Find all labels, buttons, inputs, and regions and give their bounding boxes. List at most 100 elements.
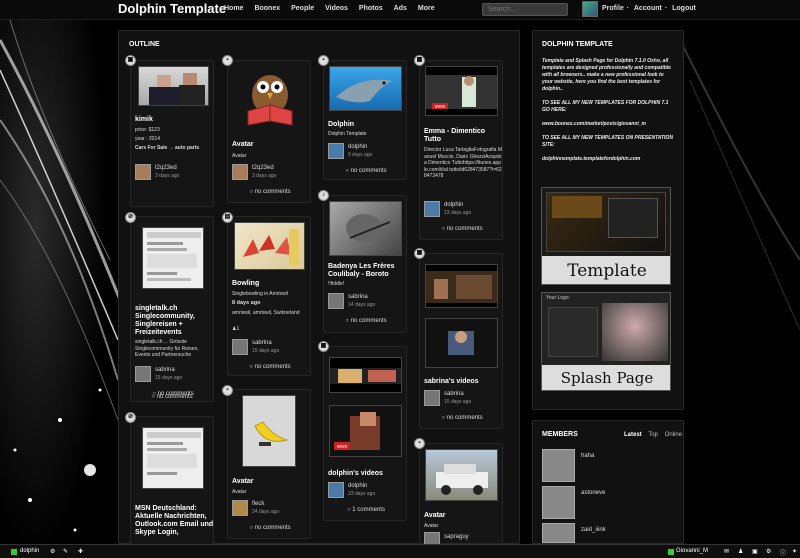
card-title[interactable]: Badenya Les Frères Coulibaly - Boroto	[328, 263, 408, 279]
menu-more[interactable]: More	[418, 5, 435, 12]
banana-thumbnail[interactable]	[242, 395, 296, 467]
avatar[interactable]	[135, 366, 151, 382]
logout-link[interactable]: Logout	[672, 5, 696, 12]
edit-icon[interactable]: ✎	[63, 548, 68, 555]
info-icon[interactable]: ⓘ	[780, 548, 786, 557]
card-sabrina-videos[interactable]: sabrina's videos sabrina 15 days ago ○ n…	[419, 253, 503, 429]
author-name[interactable]: sabrina	[348, 294, 368, 300]
comments-link[interactable]: ○ 1 comments	[324, 507, 408, 513]
author-name[interactable]: sapraguy	[444, 534, 469, 540]
author-name[interactable]: dolphin	[348, 144, 367, 150]
comments-link[interactable]: ○ no comments	[324, 168, 408, 174]
comments-link[interactable]: ○ no comments	[420, 226, 504, 232]
card-avatar-1[interactable]: Avatar Avatar t2q23ed 3 days ago ○ no co…	[227, 60, 311, 203]
menu-videos[interactable]: Videos	[325, 5, 348, 12]
user-avatar[interactable]	[582, 1, 598, 17]
member-avatar[interactable]	[542, 523, 575, 543]
author-name[interactable]: sabrina	[155, 367, 175, 373]
card-dolphin[interactable]: Dolphin Dolphin Template dolphin 9 days …	[323, 60, 407, 180]
avatar[interactable]	[328, 482, 344, 498]
site-logo[interactable]: Dolphin Template	[118, 0, 226, 17]
avatar[interactable]	[328, 293, 344, 309]
menu-home[interactable]: Home	[224, 5, 243, 12]
video-thumbnail-2[interactable]: vevo	[329, 405, 402, 457]
singletalk-thumbnail[interactable]	[142, 227, 204, 289]
video-thumbnail-1[interactable]	[329, 357, 402, 393]
card-title[interactable]: MSN Deutschland: Aktuelle Nachrichten, O…	[135, 505, 215, 537]
card-singletalk[interactable]: singletalk.ch Singlecommunity, Singlerei…	[130, 216, 214, 402]
tab-latest[interactable]: Latest	[624, 432, 642, 438]
avatar[interactable]	[232, 500, 248, 516]
member-name[interactable]: haha	[581, 453, 594, 459]
splash-page-banner[interactable]: Your Logo Splash Page	[541, 292, 671, 391]
emma-video-thumbnail[interactable]: vevo	[425, 66, 498, 116]
card-avatar-3[interactable]: Avatar Avatar sapraguy	[419, 443, 503, 548]
member-avatar[interactable]	[542, 486, 575, 519]
mail-icon[interactable]: ✉	[724, 548, 729, 555]
author-name[interactable]: dolphin	[444, 202, 463, 208]
menu-people[interactable]: People	[291, 5, 314, 12]
card-bowling[interactable]: Bowling Singlebowling in Amriswil 8 days…	[227, 216, 311, 376]
avatar[interactable]	[328, 143, 344, 159]
menu-boonex[interactable]: Boonex	[254, 5, 280, 12]
comments-link[interactable]: ○ no comments	[228, 189, 312, 195]
settings-icon[interactable]: ⚙	[50, 548, 55, 555]
account-link[interactable]: Account	[634, 5, 662, 12]
avatar[interactable]	[135, 164, 151, 180]
card-title[interactable]: sabrina's videos	[424, 378, 479, 386]
msn-thumbnail[interactable]	[142, 427, 204, 489]
comments-link[interactable]: ○ no comments	[420, 415, 504, 421]
comments-link[interactable]: ○ no comments	[324, 318, 408, 324]
menu-ads[interactable]: Ads	[394, 5, 407, 12]
author-name[interactable]: t2q23ed	[155, 165, 177, 171]
menu-photos[interactable]: Photos	[359, 5, 383, 12]
card-emma[interactable]: vevo Emma - Dimentico Tutto Director Luc…	[419, 60, 503, 240]
card-title[interactable]: dolphin's videos	[328, 470, 383, 478]
templates-link[interactable]: www.boonex.com/market/posts/giovanni_m	[542, 121, 674, 128]
member-avatar[interactable]	[542, 449, 575, 482]
comments-link[interactable]: ○ no comments	[228, 364, 312, 370]
comments-link[interactable]: ○ no comments	[130, 394, 214, 400]
avatar[interactable]	[232, 339, 248, 355]
video-thumbnail-2[interactable]	[425, 318, 498, 368]
gear-icon[interactable]: ⚙	[766, 548, 771, 555]
owl-avatar-thumbnail[interactable]	[234, 65, 306, 135]
card-msn[interactable]: MSN Deutschland: Aktuelle Nachrichten, O…	[130, 416, 214, 546]
card-title[interactable]: Avatar	[424, 512, 446, 520]
card-title[interactable]: Bowling	[232, 280, 259, 288]
card-category[interactable]: Cars For Sale → auto parts	[135, 145, 211, 152]
search-input[interactable]	[482, 3, 568, 16]
member-name[interactable]: astoneve	[581, 490, 605, 496]
card-title[interactable]: Emma - Dimentico Tutto	[424, 128, 502, 144]
card-avatar-2[interactable]: Avatar Avatar fleck 24 days ago ○ no com…	[227, 389, 311, 539]
author-name[interactable]: fleck	[252, 501, 264, 507]
card-title[interactable]: Dolphin	[328, 121, 354, 129]
card-badenya[interactable]: Badenya Les Frères Coulibaly - Boroto !!…	[323, 195, 407, 333]
kimik-thumbnail[interactable]	[138, 66, 209, 106]
profile-link[interactable]: Profile	[602, 5, 624, 12]
template-banner[interactable]: Template	[541, 187, 671, 285]
tab-online[interactable]: Online	[665, 432, 682, 438]
card-kimik[interactable]: kimik price: $123 year : 2014 Cars For S…	[130, 60, 214, 207]
author-name[interactable]: sabrina	[444, 391, 464, 397]
card-dolphin-videos[interactable]: vevo dolphin's videos dolphin 23 days ag…	[323, 346, 407, 521]
tab-top[interactable]: Top	[648, 432, 658, 438]
presentation-link[interactable]: dolphinnemplate.templatefordolphin.com	[542, 156, 674, 163]
cart-icon[interactable]: ▣	[752, 548, 758, 555]
member-name[interactable]: zaid_iiink	[581, 527, 606, 533]
wrench-icon[interactable]: ✦	[792, 548, 797, 555]
video-thumbnail-1[interactable]	[425, 264, 498, 308]
car-thumbnail[interactable]	[425, 449, 498, 501]
avatar[interactable]	[232, 164, 248, 180]
dolphin-thumbnail[interactable]	[329, 66, 402, 111]
card-title[interactable]: singletalk.ch Singlecommunity, Singlerei…	[135, 305, 213, 337]
card-title[interactable]: Avatar	[232, 141, 254, 149]
card-title[interactable]: Avatar	[232, 478, 254, 486]
friends-icon[interactable]: ♟	[738, 548, 743, 555]
bowling-thumbnail[interactable]	[234, 222, 305, 270]
comments-link[interactable]: ○ no comments	[228, 525, 312, 531]
add-icon[interactable]: ✚	[78, 548, 83, 555]
author-name[interactable]: t2q23ed	[252, 165, 274, 171]
avatar[interactable]	[424, 201, 440, 217]
badenya-thumbnail[interactable]	[329, 201, 402, 256]
